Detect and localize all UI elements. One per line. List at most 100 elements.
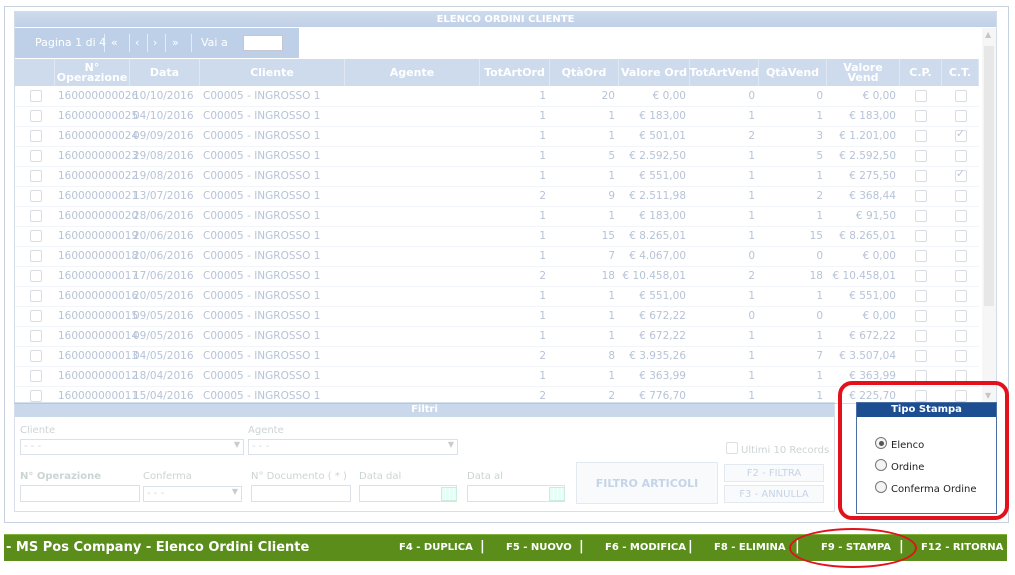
cp-checkbox[interactable]: [915, 250, 927, 262]
prev-page-button[interactable]: ‹: [135, 36, 139, 49]
column-header[interactable]: TotArtOrd: [480, 59, 550, 86]
ultimi-10-checkbox[interactable]: [726, 442, 738, 454]
filtra-button[interactable]: F2 - FILTRA: [724, 464, 824, 482]
ct-checkbox[interactable]: [955, 150, 967, 162]
row-checkbox[interactable]: [30, 210, 42, 222]
cp-checkbox[interactable]: [915, 170, 927, 182]
cliente-select[interactable]: - - - ▼: [20, 439, 244, 455]
row-checkbox[interactable]: [30, 350, 42, 362]
table-row[interactable]: 160000000013 04/05/2016 C00005 - INGROSSO …: [15, 346, 979, 367]
ct-checkbox[interactable]: [955, 110, 967, 122]
operazione-input[interactable]: [20, 485, 140, 502]
last-page-button[interactable]: »: [172, 36, 179, 49]
row-checkbox[interactable]: [30, 250, 42, 262]
column-header[interactable]: QtàVend: [759, 59, 827, 86]
row-checkbox[interactable]: [30, 230, 42, 242]
calendar-icon[interactable]: [549, 487, 565, 501]
column-header[interactable]: C.T.: [942, 59, 979, 86]
table-row[interactable]: 160000000019 20/06/2016 C00005 - INGROSSO …: [15, 226, 979, 247]
ct-checkbox[interactable]: ✓: [955, 168, 967, 182]
first-page-button[interactable]: «: [111, 36, 118, 49]
ct-checkbox[interactable]: [955, 330, 967, 342]
ct-checkbox[interactable]: [955, 310, 967, 322]
cell-totart: 1: [539, 370, 546, 382]
elimina-button[interactable]: F8 - ELIMINA: [714, 542, 786, 553]
cp-checkbox[interactable]: [915, 350, 927, 362]
column-header[interactable]: Cliente: [200, 59, 345, 86]
next-page-button[interactable]: ›: [153, 36, 157, 49]
ct-checkbox[interactable]: [955, 90, 967, 102]
cp-checkbox[interactable]: [915, 130, 927, 142]
cp-checkbox[interactable]: [915, 190, 927, 202]
cell-totvend: 1: [748, 370, 755, 382]
ct-checkbox[interactable]: ✓: [955, 128, 967, 142]
column-header[interactable]: Agente: [345, 59, 480, 86]
column-header[interactable]: Valore Ord: [619, 59, 690, 86]
scroll-up-icon[interactable]: ▲: [985, 30, 991, 39]
table-row[interactable]: 160000000014 09/05/2016 C00005 - INGROSSO …: [15, 326, 979, 347]
table-row[interactable]: 160000000024 09/09/2016 C00005 - INGROSSO …: [15, 126, 979, 147]
cp-checkbox[interactable]: [915, 290, 927, 302]
column-header[interactable]: TotArtVend: [689, 59, 759, 86]
cp-checkbox[interactable]: [915, 90, 927, 102]
agente-select[interactable]: - - - ▼: [248, 439, 458, 455]
column-header[interactable]: N° Operazione: [55, 59, 130, 86]
filtro-articoli-button[interactable]: FILTRO ARTICOLI: [576, 462, 718, 504]
table-row[interactable]: 160000000012 18/04/2016 C00005 - INGROSSO …: [15, 366, 979, 387]
ct-checkbox[interactable]: [955, 210, 967, 222]
ct-checkbox[interactable]: [955, 270, 967, 282]
table-row[interactable]: 160000000017 17/06/2016 C00005 - INGROSSO …: [15, 266, 979, 287]
cp-checkbox[interactable]: [915, 330, 927, 342]
table-row[interactable]: 160000000023 29/08/2016 C00005 - INGROSSO …: [15, 146, 979, 167]
column-header[interactable]: QtàOrd: [550, 59, 619, 86]
table-row[interactable]: 160000000015 09/05/2016 C00005 - INGROSSO …: [15, 306, 979, 327]
table-row[interactable]: 160000000022 19/08/2016 C00005 - INGROSSO …: [15, 166, 979, 187]
row-checkbox[interactable]: [30, 330, 42, 342]
table-row[interactable]: 160000000025 04/10/2016 C00005 - INGROSSO …: [15, 106, 979, 127]
cell-qta: 1: [608, 170, 615, 182]
grid-scrollbar[interactable]: ▲ ▼: [982, 28, 996, 402]
conferma-select[interactable]: - - - ▼: [143, 486, 242, 502]
ct-checkbox[interactable]: [955, 250, 967, 262]
row-checkbox[interactable]: [30, 270, 42, 282]
cp-checkbox[interactable]: [915, 270, 927, 282]
row-checkbox[interactable]: [30, 370, 42, 382]
column-header[interactable]: Data: [130, 59, 200, 86]
ct-checkbox[interactable]: [955, 190, 967, 202]
cp-checkbox[interactable]: [915, 110, 927, 122]
table-row[interactable]: 160000000021 13/07/2016 C00005 - INGROSSO …: [15, 186, 979, 207]
ct-checkbox[interactable]: [955, 230, 967, 242]
modifica-button[interactable]: F6 - MODIFICA: [605, 542, 686, 553]
cp-checkbox[interactable]: [915, 150, 927, 162]
row-checkbox[interactable]: [30, 190, 42, 202]
cp-checkbox[interactable]: [915, 230, 927, 242]
row-checkbox[interactable]: [30, 170, 42, 182]
cp-checkbox[interactable]: [915, 210, 927, 222]
nuovo-button[interactable]: F5 - NUOVO: [506, 542, 572, 553]
row-checkbox[interactable]: [30, 130, 42, 142]
column-header[interactable]: [15, 59, 55, 86]
chevron-down-icon: ▼: [231, 487, 238, 496]
row-checkbox[interactable]: [30, 290, 42, 302]
scroll-thumb[interactable]: [984, 46, 994, 306]
calendar-icon[interactable]: [441, 487, 457, 501]
ct-checkbox[interactable]: [955, 350, 967, 362]
row-checkbox[interactable]: [30, 310, 42, 322]
row-checkbox[interactable]: [30, 390, 42, 402]
ct-checkbox[interactable]: [955, 290, 967, 302]
row-checkbox[interactable]: [30, 110, 42, 122]
table-row[interactable]: 160000000016 20/05/2016 C00005 - INGROSSO …: [15, 286, 979, 307]
goto-page-input[interactable]: [243, 35, 283, 51]
duplica-button[interactable]: F4 - DUPLICA: [399, 542, 473, 553]
table-row[interactable]: 160000000018 20/06/2016 C00005 - INGROSSO …: [15, 246, 979, 267]
table-row[interactable]: 160000000026 10/10/2016 C00005 - INGROSSO …: [15, 86, 979, 107]
cp-checkbox[interactable]: [915, 310, 927, 322]
documento-input[interactable]: [251, 485, 351, 502]
row-checkbox[interactable]: [30, 150, 42, 162]
annulla-button[interactable]: F3 - ANNULLA: [724, 485, 824, 503]
column-header[interactable]: Valore Vend: [827, 59, 900, 86]
table-row[interactable]: 160000000020 28/06/2016 C00005 - INGROSSO …: [15, 206, 979, 227]
column-header[interactable]: C.P.: [900, 59, 942, 86]
ritorna-button[interactable]: F12 - RITORNA: [921, 542, 1003, 553]
row-checkbox[interactable]: [30, 90, 42, 102]
